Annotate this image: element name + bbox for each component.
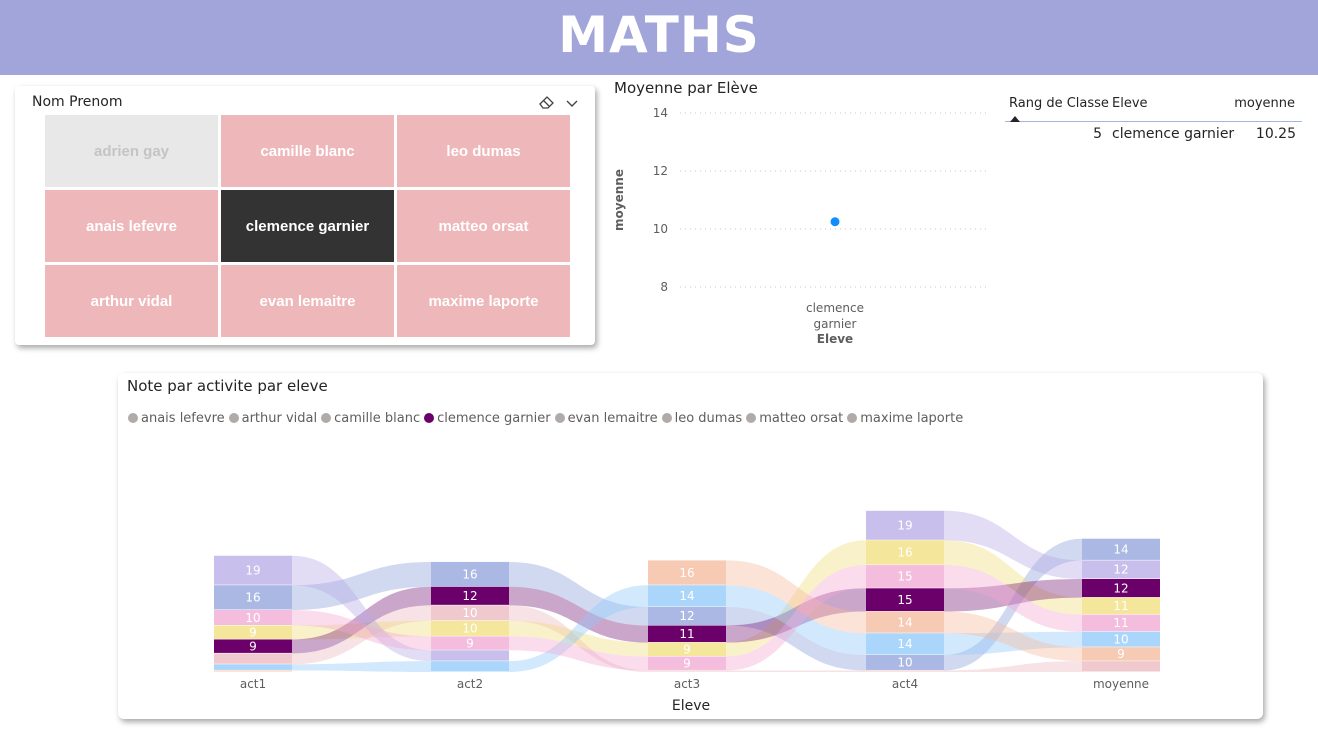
eraser-icon[interactable]: [538, 94, 556, 114]
y-tick-label: 10: [653, 222, 668, 236]
ribbon-column: 19161099: [214, 555, 292, 672]
data-label: 14: [1113, 543, 1128, 557]
scatter-chart: 8 10 12 14 moyenne clemence garnierEleve: [612, 106, 990, 346]
slicer-header-icons: [534, 94, 579, 114]
data-label: 9: [249, 625, 257, 639]
data-label: 11: [679, 627, 694, 641]
ranking-table: Rang de Classe Eleve moyenne 5 clemence …: [1005, 92, 1302, 148]
data-label: 9: [683, 643, 691, 657]
data-label: 16: [462, 567, 477, 581]
data-label: 19: [897, 519, 912, 533]
student-slicer: Nom Prenom adrien gay camille blanc leo du…: [15, 86, 595, 345]
header-eleve[interactable]: Eleve: [1112, 96, 1148, 111]
ribbon-segment[interactable]: [214, 664, 292, 670]
slicer-tile[interactable]: evan lemaitre: [221, 265, 394, 337]
x-tick-label: act3: [674, 677, 700, 691]
ribbon-segment[interactable]: [648, 670, 726, 672]
data-label: 9: [249, 639, 257, 653]
table-row: 5 clemence garnier 10.25: [1005, 122, 1302, 148]
slicer-tile[interactable]: clemence garnier: [221, 190, 394, 262]
y-tick-label: 12: [653, 164, 668, 178]
ribbon-column: 19 16 15 15 14 14 10: [866, 510, 944, 672]
data-label: 14: [897, 615, 912, 629]
ribbon-column: 14 12 12 11 11 109: [1082, 538, 1160, 672]
data-label: 10: [1113, 632, 1128, 646]
cell-rang: 5: [1093, 126, 1102, 142]
data-label: 12: [679, 609, 694, 623]
data-label: 10: [462, 606, 477, 620]
slicer-title: Nom Prenom: [32, 94, 123, 110]
data-label: 12: [1113, 581, 1128, 595]
data-label: 10: [897, 656, 912, 670]
cell-eleve: clemence garnier: [1112, 126, 1235, 142]
data-label: 9: [466, 636, 474, 650]
header-moyenne[interactable]: moyenne: [1234, 96, 1295, 111]
data-label: 10: [245, 611, 260, 625]
slicer-tile[interactable]: camille blanc: [221, 115, 394, 187]
ribbon-flow[interactable]: [292, 661, 431, 672]
scatter-title: Moyenne par Elève: [614, 79, 758, 97]
ribbon-segment[interactable]: [431, 650, 509, 661]
page-title: MATHS: [558, 6, 760, 64]
cell-moyenne: 10.25: [1255, 126, 1296, 142]
ribbon-segment[interactable]: [866, 670, 944, 672]
y-tick-label: 14: [653, 106, 668, 120]
ribbon-segment[interactable]: [1082, 661, 1160, 672]
x-tick-label: garnier: [814, 317, 857, 331]
slicer-tile-grid: adrien gay camille blanc leo dumas anais le…: [45, 115, 570, 337]
data-label: 19: [245, 563, 260, 577]
ribbon-segment[interactable]: [214, 670, 292, 672]
ribbon-column: 16 14 12 11 99: [648, 560, 726, 672]
slicer-tile[interactable]: adrien gay: [45, 115, 218, 187]
data-label: 12: [462, 589, 477, 603]
data-label: 12: [1113, 563, 1128, 577]
slicer-tile[interactable]: leo dumas: [397, 115, 570, 187]
sankey-card: Note par activite par eleve anais lefevr…: [118, 373, 1263, 719]
data-label: 15: [897, 593, 912, 607]
x-tick-label: clemence: [806, 301, 864, 315]
x-tick-label: act2: [457, 677, 483, 691]
slicer-tile[interactable]: matteo orsat: [397, 190, 570, 262]
x-tick-label: act4: [892, 677, 918, 691]
header-rang[interactable]: Rang de Classe: [1009, 96, 1109, 111]
data-label: 11: [1113, 616, 1128, 630]
x-axis-title: Eleve: [672, 698, 710, 714]
table-header: Rang de Classe Eleve moyenne: [1005, 92, 1302, 122]
data-label: 9: [683, 656, 691, 670]
ribbon-column: 161210109: [431, 561, 509, 672]
chevron-down-icon[interactable]: [565, 95, 579, 114]
x-tick-label: moyenne: [1093, 677, 1149, 691]
data-label: 10: [462, 622, 477, 636]
data-label: 11: [1113, 599, 1128, 613]
data-label: 15: [897, 570, 912, 584]
sankey-chart: 19161099act1161210109act21614121199act31…: [214, 510, 1160, 714]
data-label: 16: [679, 566, 694, 580]
data-label: 16: [245, 591, 260, 605]
x-tick-label: act1: [240, 677, 266, 691]
data-label: 14: [679, 589, 694, 603]
x-axis-title: Eleve: [817, 332, 853, 346]
slicer-tile[interactable]: anais lefevre: [45, 190, 218, 262]
slicer-tile[interactable]: maxime laporte: [397, 265, 570, 337]
y-tick-label: 8: [660, 280, 668, 294]
ribbon-segment[interactable]: [431, 661, 509, 672]
data-label: 9: [1117, 647, 1125, 661]
data-point[interactable]: [830, 217, 840, 227]
header-banner: MATHS: [0, 0, 1318, 75]
y-axis-title: moyenne: [612, 169, 626, 231]
ribbon-segment[interactable]: [214, 653, 292, 664]
data-label: 16: [897, 546, 912, 560]
data-label: 14: [897, 637, 912, 651]
ribbon-flow[interactable]: [726, 670, 866, 672]
slicer-tile[interactable]: arthur vidal: [45, 265, 218, 337]
